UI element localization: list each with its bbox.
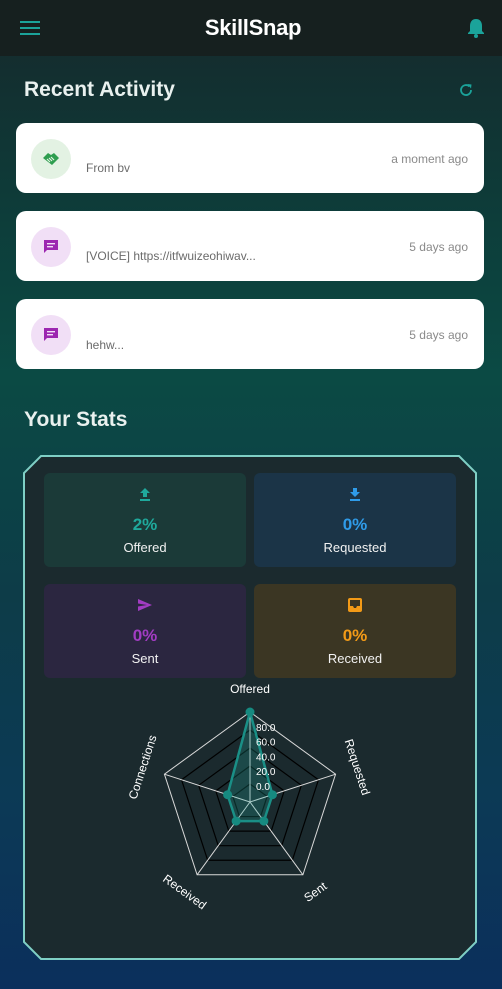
activity-item[interactable]: [VOICE] https://itfwuizeohiwav... 5 days… (16, 211, 484, 281)
handshake-icon (31, 139, 71, 179)
radar-chart: 0.0 20.0 40.0 60.0 80.0 Offered Requested Sent R… (126, 682, 373, 913)
radar-tick-label: 0.0 (256, 782, 270, 793)
activity-item[interactable]: hehw... 5 days ago (16, 299, 484, 369)
message-icon (31, 315, 71, 355)
radar-data-point (259, 816, 269, 826)
recent-activity-header: Recent Activity (24, 78, 478, 102)
bell-icon[interactable] (464, 16, 488, 40)
stats-panel: 2% Offered 0% Requested 0% Sent 0% Recei… (23, 455, 477, 960)
radar-axis-label: Requested (342, 737, 373, 797)
app-title: SkillSnap (204, 15, 302, 40)
radar-data-point (245, 707, 255, 717)
radar-tick-label: 80.0 (256, 723, 276, 734)
message-icon (31, 227, 71, 267)
radar-axis-label: Offered (230, 682, 270, 696)
activity-time: 5 days ago (409, 240, 468, 254)
app-bar: SkillSnap (0, 0, 502, 56)
activity-text: hehw... (86, 338, 125, 352)
radar-data-point (231, 816, 241, 826)
radar-axis-label: Connections (126, 733, 160, 801)
activity-time: 5 days ago (409, 328, 468, 342)
stats-title: Your Stats (24, 408, 128, 431)
radar-tick-label: 60.0 (256, 738, 276, 749)
recent-activity-title: Recent Activity (24, 78, 175, 101)
radar-axis-label: Sent (301, 879, 330, 905)
activity-text: [VOICE] https://itfwuizeohiwav... (86, 249, 256, 263)
radar-tick-label: 20.0 (256, 767, 276, 778)
activity-text: From bv (86, 161, 131, 175)
stats-header: Your Stats (24, 408, 478, 432)
activity-item[interactable]: From bv a moment ago (16, 123, 484, 193)
radar-axis-label: Received (160, 872, 209, 913)
hamburger-menu-icon[interactable] (18, 16, 42, 40)
radar-tick-label: 40.0 (256, 752, 276, 763)
radar-data-point (223, 790, 233, 800)
activity-time: a moment ago (391, 152, 468, 166)
refresh-icon[interactable] (454, 78, 478, 102)
